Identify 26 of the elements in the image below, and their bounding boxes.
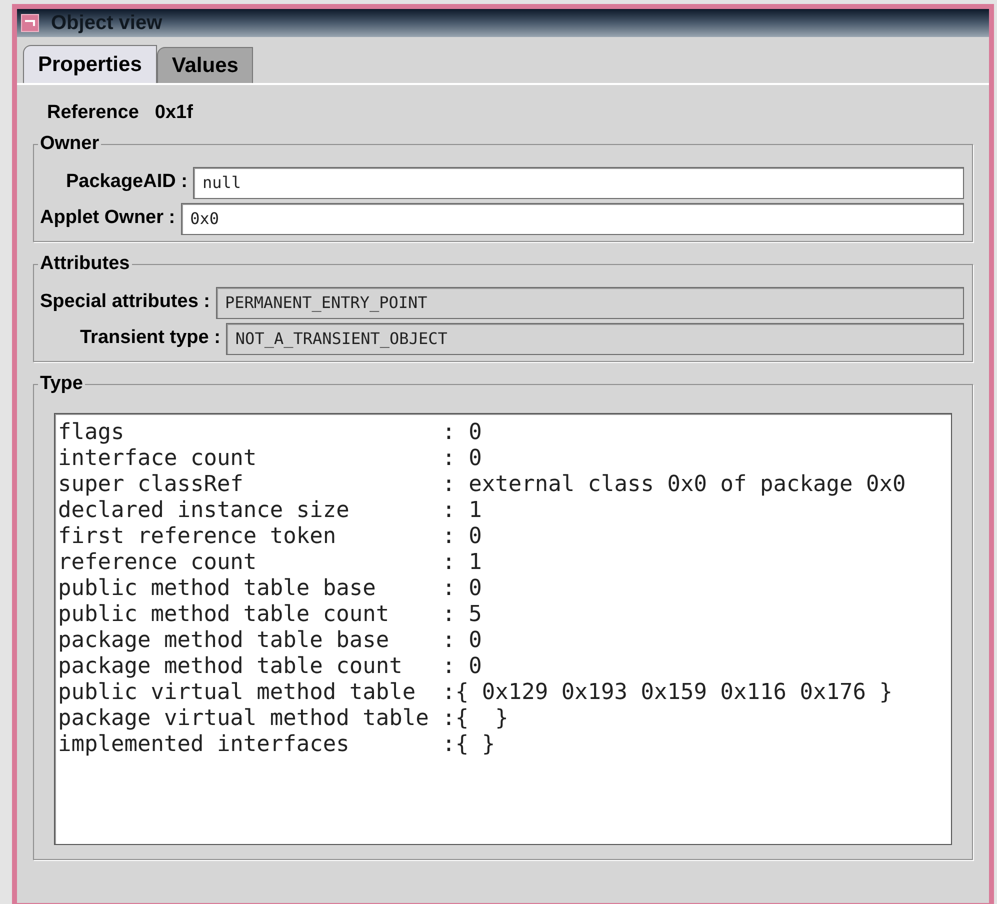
tab[interactable]: Values (156, 47, 254, 83)
field-label: Applet Owner : (40, 206, 176, 230)
field-label: Transient type : (80, 326, 220, 350)
text-area[interactable] (54, 412, 952, 844)
text-line: declared instance size : 1 (58, 498, 482, 524)
input-field[interactable]: null (193, 166, 964, 198)
text-line: interface count : 0 (58, 446, 482, 472)
text-line: super classRef : external class 0x0 of package 0x0 (58, 472, 906, 498)
text-line: flags : 0 (58, 420, 482, 446)
input-field[interactable]: 0x0 (181, 202, 964, 234)
text-line: public virtual method table :{ 0x129 0x193 0x159 0x116 0x176 } (58, 680, 892, 706)
text-line: implemented interfaces :{ } (58, 732, 496, 758)
text-line: package virtual method table :{ } (58, 706, 508, 732)
tab[interactable]: Properties (23, 45, 157, 83)
field-label: Special attributes : (40, 290, 210, 314)
text-line: package method table base : 0 (58, 628, 482, 654)
reference-label: Reference (47, 101, 139, 125)
text-line: reference count : 1 (58, 550, 482, 576)
window-title: Object view (51, 11, 162, 36)
text-line: public method table base : 0 (58, 576, 482, 602)
field-label: PackageAID : (66, 170, 188, 194)
reference-value: 0x1f (154, 101, 193, 125)
text-line: package method table count : 0 (58, 654, 482, 680)
text-line: first reference token : 0 (58, 524, 482, 550)
window-menu-icon[interactable] (21, 14, 39, 32)
text-line: public method table count : 5 (58, 602, 482, 628)
